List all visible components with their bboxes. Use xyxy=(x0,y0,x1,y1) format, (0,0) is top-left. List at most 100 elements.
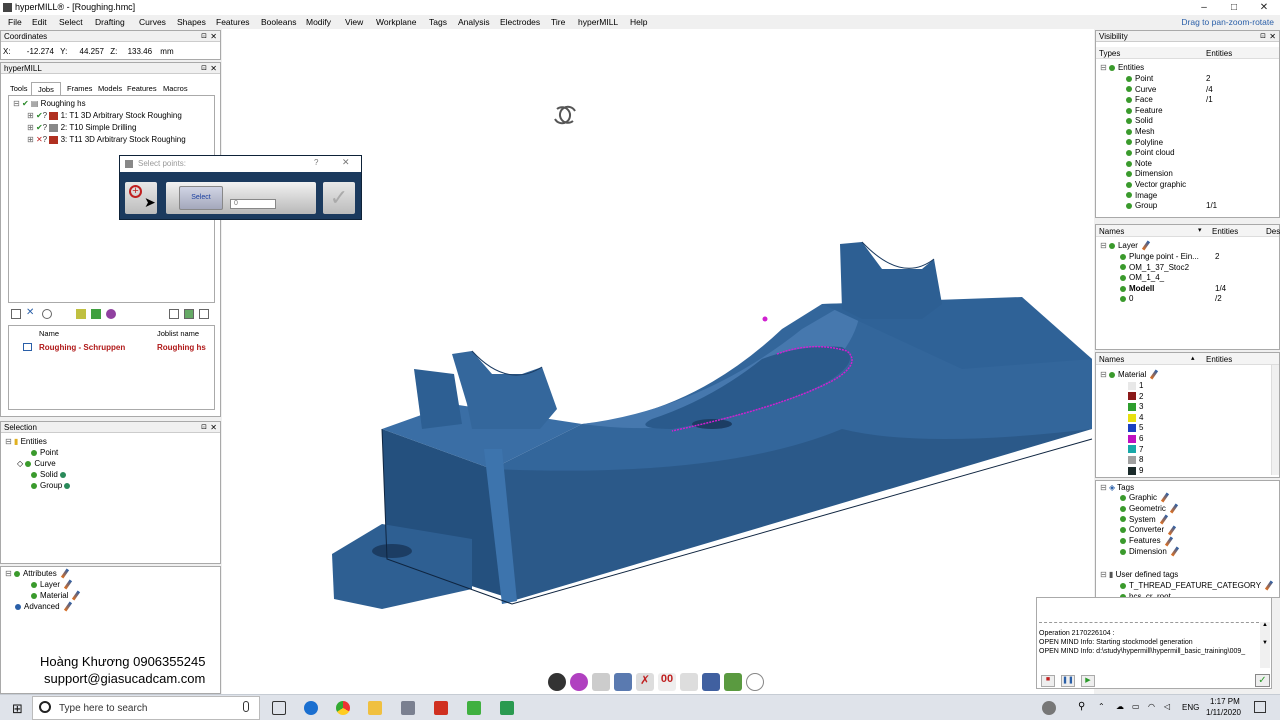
col-names[interactable]: Names xyxy=(1099,227,1124,236)
log-scrollbar[interactable]: ▲ ▼ xyxy=(1260,622,1270,668)
menu-tire[interactable]: Tire xyxy=(551,17,565,27)
tree-item[interactable]: T_THREAD_FEATURE_CATEGORY xyxy=(1120,580,1274,591)
tree-item[interactable]: ◇ Curve xyxy=(17,459,56,468)
refresh-icon[interactable] xyxy=(42,309,52,319)
edge-icon[interactable] xyxy=(304,701,318,715)
col-names[interactable]: Names xyxy=(1099,355,1124,364)
chrome-icon[interactable] xyxy=(336,701,350,715)
col-types[interactable]: Types xyxy=(1099,49,1120,58)
tab-jobs[interactable]: Jobs xyxy=(31,82,61,95)
hypermill-taskbar-icon[interactable] xyxy=(401,701,415,715)
close-button[interactable]: ✕ xyxy=(1250,0,1278,15)
col-entities[interactable]: Entities xyxy=(1206,355,1232,364)
close-icon[interactable]: ✕ xyxy=(210,31,217,42)
task-view-icon[interactable] xyxy=(272,701,286,715)
attribute-advanced[interactable]: Advanced xyxy=(15,601,73,612)
maximize-button[interactable]: □ xyxy=(1220,0,1248,15)
clock-time[interactable]: 1:17 PM xyxy=(1210,697,1240,706)
pause-button[interactable]: ❚❚ xyxy=(1061,675,1075,687)
menu-booleans[interactable]: Booleans xyxy=(261,17,296,27)
col-description[interactable]: Des xyxy=(1266,227,1280,236)
search-box[interactable]: Type here to search xyxy=(32,696,260,720)
attribute-material[interactable]: Material xyxy=(31,590,81,601)
recorder-icon[interactable] xyxy=(500,701,514,715)
volume-icon[interactable]: ◁ xyxy=(1164,702,1170,711)
pin-icon[interactable]: ⊡ xyxy=(1260,31,1266,42)
new-job-icon[interactable] xyxy=(11,309,21,319)
select-button[interactable]: Select xyxy=(179,186,223,210)
menu-edit[interactable]: Edit xyxy=(32,17,47,27)
tree-item[interactable]: Geometric xyxy=(1120,503,1179,514)
tree-item[interactable]: Group xyxy=(31,481,73,490)
close-icon[interactable]: ✕ xyxy=(210,63,217,74)
language-indicator[interactable]: ENG xyxy=(1182,703,1199,712)
table-row[interactable]: Roughing - Schruppen Roughing hs xyxy=(23,343,213,354)
tree-item[interactable]: 4 xyxy=(1128,413,1143,422)
dimension-button[interactable]: 00 xyxy=(658,673,676,691)
delete-icon[interactable]: ✕ xyxy=(26,307,34,318)
user-tags-root[interactable]: ⊟ ▮ User defined tags xyxy=(1100,570,1178,579)
help-button[interactable]: ? xyxy=(314,158,318,167)
tree-item[interactable]: 8 xyxy=(1128,455,1143,464)
tree-item[interactable]: Point xyxy=(31,448,58,457)
tree-item[interactable]: 5 xyxy=(1128,423,1143,432)
scrollbar[interactable] xyxy=(1271,365,1279,475)
tree-root[interactable]: ⊟ Entities xyxy=(1100,63,1144,72)
tab-models[interactable]: Models xyxy=(98,84,122,93)
col-entities[interactable]: Entities xyxy=(1206,49,1232,58)
tree-item[interactable]: Dimension xyxy=(1120,546,1180,557)
clock-date[interactable]: 1/11/2020 xyxy=(1206,708,1241,717)
menu-hypermill[interactable]: hyperMILL xyxy=(578,17,618,27)
menu-file[interactable]: File xyxy=(8,17,22,27)
tree-item[interactable]: Dimension xyxy=(1126,169,1173,178)
brush-button[interactable] xyxy=(614,673,632,691)
tray-arrow-icon[interactable]: ⌃ xyxy=(1098,702,1105,711)
menu-electrodes[interactable]: Electrodes xyxy=(500,17,540,27)
tree-item[interactable]: Image xyxy=(1126,191,1157,200)
postprocess-icon[interactable] xyxy=(106,309,116,319)
menu-drafting[interactable]: Drafting xyxy=(95,17,125,27)
pen-button[interactable] xyxy=(724,673,742,691)
tree-root[interactable]: ⊟ Layer xyxy=(1100,240,1151,251)
shading-button[interactable] xyxy=(548,673,566,691)
battery-icon[interactable]: ▭ xyxy=(1132,702,1140,711)
minimize-button[interactable]: – xyxy=(1190,0,1218,15)
menu-view[interactable]: View xyxy=(345,17,363,27)
tree-item[interactable]: 9 xyxy=(1128,466,1143,475)
tree-item[interactable]: Face/1 xyxy=(1126,95,1213,104)
render-button[interactable] xyxy=(570,673,588,691)
options-icon[interactable] xyxy=(199,309,209,319)
tab-tools[interactable]: Tools xyxy=(10,84,28,93)
job-item[interactable]: ⊞ ✔? 1: T1 3D Arbitrary Stock Roughing xyxy=(27,111,182,120)
tab-frames[interactable]: Frames xyxy=(67,84,92,93)
pin-icon[interactable]: ⊡ xyxy=(201,422,207,433)
tree-item[interactable]: Feature xyxy=(1126,106,1163,115)
simulate-icon[interactable] xyxy=(91,309,101,319)
tree-item[interactable]: Modell 1/4 xyxy=(1120,284,1226,293)
tree-item[interactable]: OM_1_37_Stoc2 xyxy=(1120,263,1189,272)
globe-button[interactable] xyxy=(746,673,764,691)
job-item[interactable]: ⊞ ✔? 2: T10 Simple Drilling xyxy=(27,123,136,132)
menu-tags[interactable]: Tags xyxy=(429,17,447,27)
attribute-layer[interactable]: Layer xyxy=(31,579,73,590)
close-icon[interactable]: ✕ xyxy=(210,422,217,433)
tree-item[interactable]: 7 xyxy=(1128,445,1143,454)
menu-help[interactable]: Help xyxy=(630,17,647,27)
menu-workplane[interactable]: Workplane xyxy=(376,17,416,27)
attributes-root[interactable]: ⊟ Attributes xyxy=(5,568,70,579)
add-point-button[interactable]: + ➤ xyxy=(125,182,157,214)
network-icon[interactable]: ◠ xyxy=(1148,702,1155,711)
menu-select[interactable]: Select xyxy=(59,17,83,27)
tree-item[interactable]: 3 xyxy=(1128,402,1143,411)
tree-item[interactable]: 6 xyxy=(1128,434,1143,443)
tree-item[interactable]: Converter xyxy=(1120,525,1177,536)
confirm-log-button[interactable]: ✓ xyxy=(1255,674,1270,687)
close-icon[interactable]: ✕ xyxy=(1269,31,1276,42)
model-view[interactable] xyxy=(222,29,1094,697)
stop-button[interactable]: ■ xyxy=(1041,675,1055,687)
pin-icon[interactable]: ⊡ xyxy=(201,31,207,42)
menu-analysis[interactable]: Analysis xyxy=(458,17,490,27)
calculate-icon[interactable] xyxy=(76,309,86,319)
user-avatar[interactable] xyxy=(1042,701,1056,715)
windows-start-icon[interactable]: ⊞ xyxy=(12,701,23,717)
